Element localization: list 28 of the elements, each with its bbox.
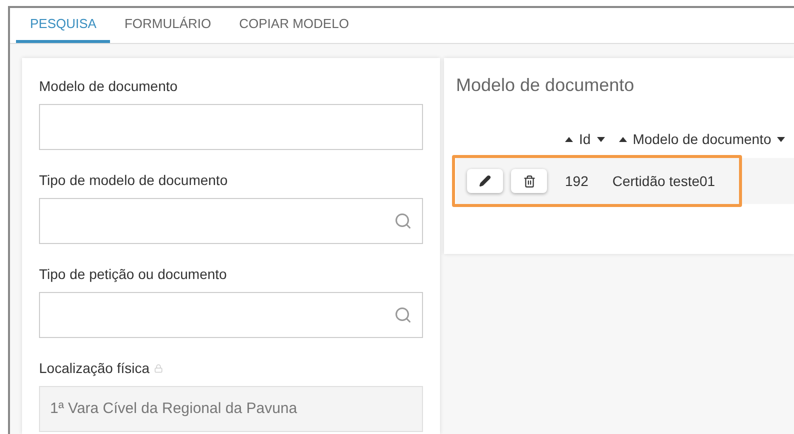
field-label: Tipo de petição ou documento — [39, 265, 227, 284]
lock-icon — [154, 364, 163, 373]
tab[interactable]: FORMULÁRIO — [110, 8, 226, 43]
table-cell-text: 192 — [565, 172, 588, 190]
trash-icon — [522, 174, 536, 188]
field-label: Localização física — [39, 359, 150, 378]
column-header[interactable]: Modelo de documento — [632, 129, 772, 150]
column-header[interactable]: Id — [579, 129, 591, 150]
input-field[interactable] — [39, 292, 423, 338]
tab[interactable]: PESQUISA — [16, 8, 110, 43]
sort-descending-icon[interactable] — [596, 137, 605, 142]
search-icon[interactable] — [394, 212, 412, 230]
input-field[interactable] — [39, 198, 423, 244]
search-icon[interactable] — [394, 306, 412, 324]
field-label: Modelo de documento — [39, 77, 178, 96]
table-row[interactable]: 192 Certidão teste01 — [452, 155, 742, 207]
tab[interactable]: COPIAR MODELO — [225, 8, 363, 43]
edit-button[interactable] — [467, 169, 503, 193]
panel-title: Modelo de documento — [456, 74, 634, 97]
sort-ascending-icon[interactable] — [565, 137, 573, 142]
delete-button[interactable] — [511, 169, 547, 193]
sort-ascending-icon[interactable] — [618, 137, 627, 142]
sort-descending-icon[interactable] — [777, 137, 786, 142]
table-cell-text: Certidão teste01 — [612, 172, 716, 190]
field-label: Tipo de modelo de documento — [39, 171, 228, 190]
input-field[interactable]: 1ª Vara Cível da Regional da Pavuna — [39, 386, 423, 432]
input-field[interactable] — [39, 104, 423, 150]
pencil-icon — [479, 175, 491, 187]
